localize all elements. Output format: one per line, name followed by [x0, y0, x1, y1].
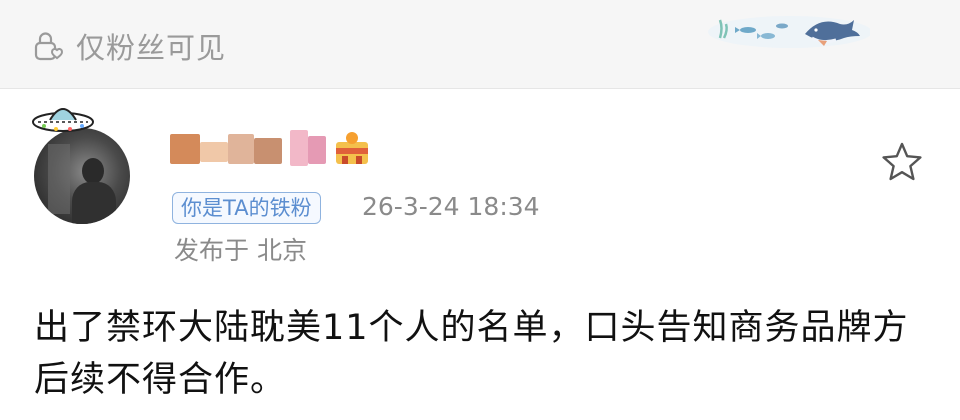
avatar[interactable] [34, 128, 130, 224]
post-location: 发布于 北京 [174, 236, 307, 265]
lock-icon [34, 32, 64, 61]
star-icon[interactable] [880, 140, 924, 184]
ocean-decoration-icon [708, 16, 870, 48]
ufo-badge-icon [32, 108, 94, 132]
author-name-mosaic [170, 134, 200, 164]
visibility-bar: 仅粉丝可见 [0, 0, 960, 89]
fan-badge[interactable]: 你是TA的铁粉 [172, 192, 321, 224]
post-timestamp: 26-3-24 18:34 [362, 192, 540, 221]
visibility-indicator: 仅粉丝可见 [30, 26, 226, 66]
post-content: 出了禁环大陆耽美11个人的名单，口头告知商务品牌方后续不得合作。 [34, 308, 909, 400]
author-avatar-group[interactable] [28, 100, 138, 230]
visibility-label: 仅粉丝可见 [76, 31, 227, 65]
vip-crown-icon [336, 132, 368, 164]
